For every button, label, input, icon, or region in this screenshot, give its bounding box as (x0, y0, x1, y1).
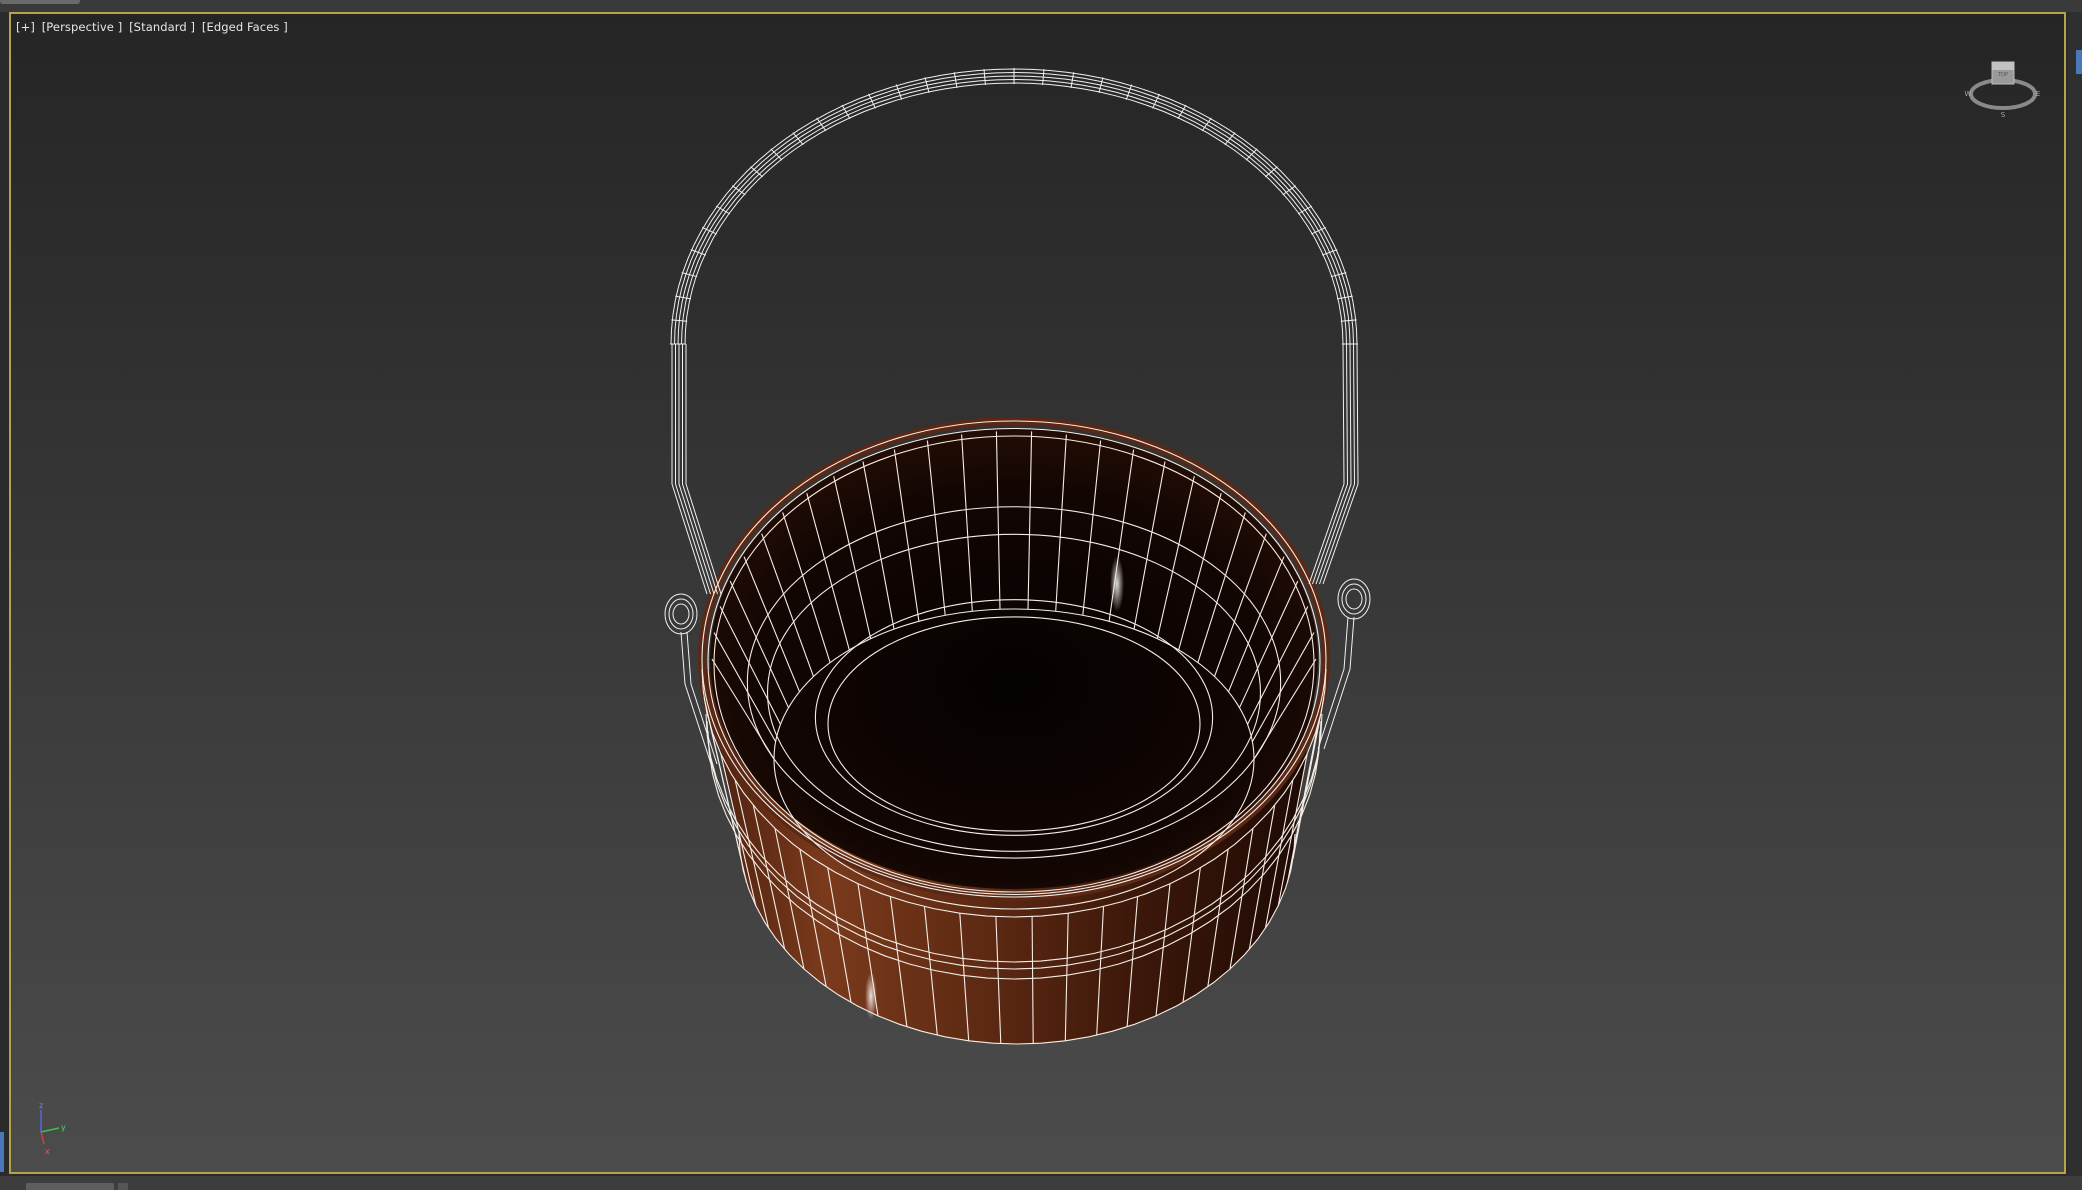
viewcube-navigation[interactable]: TOP W E S (1965, 61, 2041, 119)
3d-scene-bucket[interactable]: TOP W E S z y x (11, 14, 2064, 1172)
bottom-tab[interactable] (26, 1183, 114, 1190)
viewport-shading-standard-menu[interactable]: [Standard ] (129, 20, 195, 34)
x-axis-line (40, 1131, 45, 1145)
y-axis-line (40, 1127, 60, 1133)
right-panel-marker[interactable] (2076, 50, 2082, 74)
right-side-panel-edge (2068, 12, 2082, 1176)
bottom-tab-small[interactable] (118, 1183, 128, 1190)
title-strip (0, 0, 2082, 12)
z-axis-label: z (39, 1101, 43, 1110)
y-axis-label: y (61, 1123, 66, 1132)
compass-west-label: W (1965, 90, 1972, 98)
bucket-body (698, 417, 1330, 1044)
viewport-point-of-view-menu[interactable]: [Perspective ] (42, 20, 123, 34)
left-panel-marker[interactable] (0, 1132, 4, 1172)
compass-south-label: S (2001, 111, 2006, 119)
viewcube-top-label: TOP (1997, 72, 2008, 78)
compass-east-label: E (2036, 90, 2040, 98)
perspective-viewport[interactable]: [+] [Perspective ] [Standard ] [Edged Fa… (9, 12, 2066, 1174)
top-tab-stub[interactable] (0, 0, 80, 4)
viewcube-top-face[interactable] (1992, 62, 2014, 70)
viewport-display-style-menu[interactable]: [Edged Faces ] (202, 20, 288, 34)
viewport-label-menu: [+] [Perspective ] [Standard ] [Edged Fa… (16, 20, 291, 34)
axis-tripod-icon: z y x (39, 1101, 66, 1156)
viewport-plus-menu[interactable]: [+] (16, 20, 35, 34)
x-axis-label: x (45, 1147, 50, 1156)
bottom-status-strip (0, 1176, 2082, 1190)
